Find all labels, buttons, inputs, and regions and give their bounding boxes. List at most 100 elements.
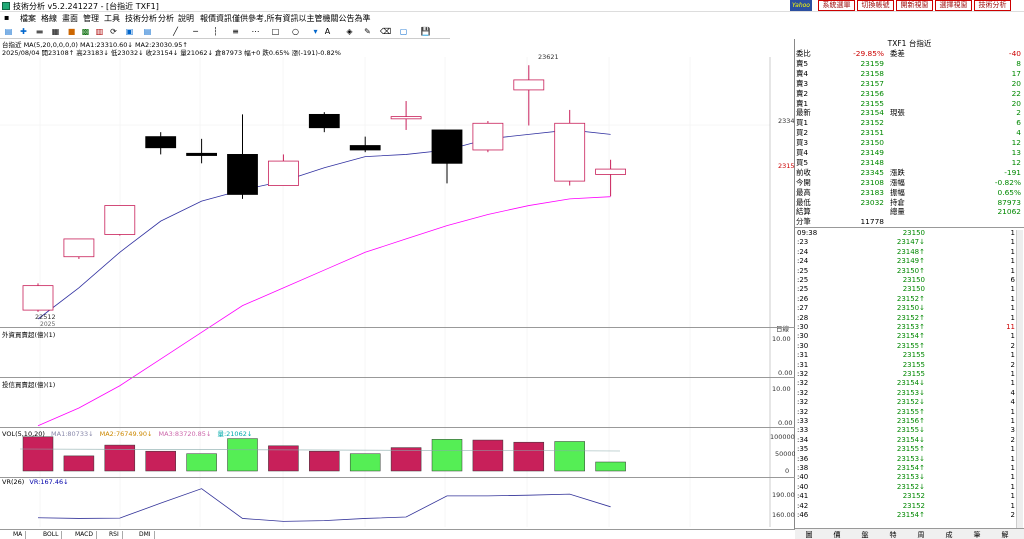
info-icon[interactable]: ▣ bbox=[124, 26, 135, 37]
tick-volume: 1 bbox=[1010, 294, 1015, 303]
tick-price: 23154↑ bbox=[896, 464, 925, 472]
tab-ma[interactable]: MA bbox=[10, 531, 27, 539]
refresh-icon[interactable]: ⟳ bbox=[108, 26, 119, 37]
quote-label: 買2 bbox=[796, 128, 809, 138]
tick-volume: 1 bbox=[1010, 285, 1015, 294]
tick-time: :32 bbox=[797, 370, 809, 378]
tick-price: 23152↑ bbox=[896, 313, 925, 322]
tick-volume: 1 bbox=[1010, 501, 1015, 510]
quote-row: 賣2 23156 22 bbox=[795, 89, 1024, 98]
file-menu-icon[interactable]: ▪ bbox=[4, 13, 9, 22]
rtab-price[interactable]: 價 bbox=[823, 530, 851, 539]
tick-price: 23149↑ bbox=[896, 257, 925, 266]
quote-label: 買4 bbox=[796, 148, 809, 157]
rtab-volume[interactable]: 成 bbox=[935, 530, 963, 539]
rtab-week[interactable]: 周 bbox=[907, 530, 935, 539]
tick-price: 23155↓ bbox=[896, 426, 925, 435]
quote-value: -29.85% bbox=[853, 49, 884, 58]
tick-time: :25 bbox=[797, 266, 809, 275]
pane2-tick-top: 10.00 bbox=[772, 335, 791, 343]
lock-icon[interactable]: ▢ bbox=[398, 26, 409, 37]
quote-value2: 12 bbox=[1011, 138, 1021, 148]
add-icon[interactable]: ✚ bbox=[18, 26, 29, 37]
volume-bar bbox=[513, 441, 545, 472]
tick-scrollbar[interactable] bbox=[1016, 230, 1023, 528]
text-icon[interactable]: A bbox=[322, 26, 333, 37]
layout-icon[interactable]: ▤ bbox=[3, 26, 14, 37]
quote-label: 分筆 bbox=[796, 217, 811, 227]
quote-value: 23149 bbox=[860, 148, 884, 157]
tick-price: 23150↑ bbox=[896, 266, 925, 275]
quote-label2: 漲跌 bbox=[890, 167, 905, 177]
switch-account-button[interactable]: 切換帳號 bbox=[857, 0, 894, 11]
eraser-icon[interactable]: ⌫ bbox=[380, 26, 391, 37]
tick-volume: 2 bbox=[1010, 341, 1015, 350]
tick-volume: 1 bbox=[1010, 238, 1015, 247]
new-window-button[interactable]: 開新視窗 bbox=[896, 0, 933, 11]
quote-row: 前收 23345 漲跌 -191 bbox=[795, 168, 1024, 177]
fibonacci-icon[interactable]: ⋯ bbox=[250, 26, 261, 37]
menu-item-view[interactable]: 畫面 bbox=[62, 13, 78, 24]
quote-value2: 21062 bbox=[997, 207, 1021, 217]
menu-item-tools[interactable]: 工具 bbox=[104, 13, 120, 24]
quote-label: 前收 bbox=[796, 167, 811, 177]
volume-bar bbox=[227, 438, 258, 472]
tick-row: :33 23155↓ 3 bbox=[795, 426, 1015, 435]
low-price-label: 22512 bbox=[35, 313, 56, 321]
tick-row: :34 23154↓ 2 bbox=[795, 436, 1015, 445]
vr-line bbox=[37, 488, 611, 522]
tick-volume: 1 bbox=[1010, 351, 1015, 360]
rtab-explain[interactable]: 解 bbox=[991, 530, 1019, 539]
grid-icon[interactable]: ▩ bbox=[80, 26, 91, 37]
menu-item-help[interactable]: 說明 bbox=[178, 13, 194, 24]
rectangle-icon[interactable]: □ bbox=[270, 26, 281, 37]
tick-volume: 1 bbox=[1010, 445, 1015, 454]
tick-volume: 1 bbox=[1010, 332, 1015, 341]
period-icon[interactable]: ▦ bbox=[50, 26, 61, 37]
quote-label2: 委差 bbox=[890, 49, 905, 58]
rtab-ticks[interactable]: 筆 bbox=[963, 530, 991, 539]
ellipse-icon[interactable]: ○ bbox=[290, 26, 301, 37]
candle-body bbox=[22, 285, 54, 311]
tech-analysis-button[interactable]: 技術分析 bbox=[974, 0, 1011, 11]
parallel-icon[interactable]: ≡ bbox=[230, 26, 241, 37]
draw-line-icon[interactable]: ╱ bbox=[170, 26, 181, 37]
tick-price: 23150↓ bbox=[896, 304, 925, 313]
tab-macd[interactable]: MACD bbox=[72, 531, 97, 539]
quote-label: 今開 bbox=[796, 177, 811, 187]
system-menu-button[interactable]: 系統選單 bbox=[818, 0, 855, 11]
save-icon[interactable]: 💾 bbox=[420, 26, 431, 37]
vol-title: VOL(5,10,20) MA1:80733↓ MA2:76749.90↓ MA… bbox=[2, 428, 252, 438]
pen-icon[interactable]: ✎ bbox=[362, 26, 373, 37]
rtab-board[interactable]: 盤 bbox=[851, 530, 879, 539]
menu-item-grid[interactable]: 格線 bbox=[41, 13, 57, 24]
tick-price: 23155 bbox=[902, 351, 925, 360]
select-window-button[interactable]: 選擇視窗 bbox=[935, 0, 972, 11]
dropdown-icon[interactable]: ▾ bbox=[310, 26, 321, 37]
tab-dmi[interactable]: DMI bbox=[136, 531, 155, 539]
tab-boll[interactable]: BOLL bbox=[40, 531, 63, 539]
tick-row: :42 23152 1 bbox=[795, 502, 1015, 511]
menu-item-file[interactable]: 檔案 bbox=[20, 13, 36, 24]
menu-item-tech-analysis[interactable]: 技術分析 bbox=[125, 13, 157, 24]
tick-price: 23152 bbox=[902, 501, 925, 510]
fill-icon[interactable]: ◈ bbox=[344, 26, 355, 37]
chart-area[interactable]: 台指近 MA(5,20,0,0,0,0) MA1:23310.60↓ MA2:2… bbox=[0, 39, 799, 529]
bar-chart-icon[interactable]: ▥ bbox=[94, 26, 105, 37]
menu-item-manage[interactable]: 管理 bbox=[83, 13, 99, 24]
vertical-lines-icon[interactable]: ┆ bbox=[210, 26, 221, 37]
candle-body bbox=[390, 116, 422, 120]
quote-row: 賣5 23159 8 bbox=[795, 59, 1024, 68]
tick-time: 09:38 bbox=[797, 229, 818, 237]
rtab-special[interactable]: 特 bbox=[879, 530, 907, 539]
tick-price: 23154↑ bbox=[896, 332, 925, 341]
menu-item-analysis[interactable]: 分析 bbox=[158, 13, 174, 24]
minus-icon[interactable]: ▬ bbox=[34, 26, 45, 37]
tab-rsi[interactable]: RSI bbox=[106, 531, 123, 539]
candle-body bbox=[186, 152, 218, 156]
rtab-chart[interactable]: 圖 bbox=[795, 530, 823, 539]
tick-time: :30 bbox=[797, 341, 809, 350]
color-icon[interactable]: ■ bbox=[66, 26, 77, 37]
indicator-icon[interactable]: ▤ bbox=[142, 26, 153, 37]
horizontal-line-icon[interactable]: ─ bbox=[190, 26, 201, 37]
